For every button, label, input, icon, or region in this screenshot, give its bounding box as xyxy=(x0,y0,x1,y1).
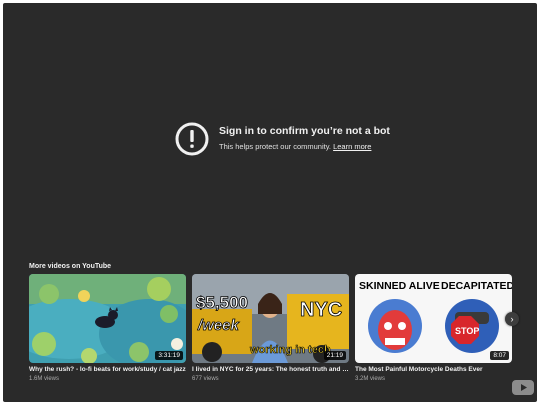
video-thumbnail-2[interactable]: $5,500 /week NYC working in tech 21:19 xyxy=(192,274,349,363)
video-duration-1: 3:31:19 xyxy=(155,351,183,360)
video-views-3: 3.2M views xyxy=(355,376,386,382)
notice-title: Sign in to confirm you’re not a bot xyxy=(219,125,390,137)
video-duration-2: 21:19 xyxy=(323,351,346,360)
video-duration-3: 8:07 xyxy=(490,351,509,360)
bot-check-notice: Sign in to confirm you’re not a bot This… xyxy=(175,122,435,158)
thumb-text-salary: $5,500 xyxy=(196,293,248,312)
thumb-text-week: /week xyxy=(197,317,240,334)
notice-subtitle-text: This helps protect our community. xyxy=(219,142,331,151)
video-views-2: 677 views xyxy=(192,376,219,382)
alert-circle-icon xyxy=(175,122,209,156)
youtube-logo-icon[interactable] xyxy=(512,380,534,395)
thumb-text-skinned: SKINNED ALIVE xyxy=(359,280,440,292)
thumb-text-tech: working in tech xyxy=(249,344,331,356)
chevron-right-icon: › xyxy=(510,314,514,324)
video-title-2[interactable]: I lived in NYC for 25 years: The honest … xyxy=(192,366,349,373)
thumb-text-decapitated: DECAPITATED xyxy=(441,280,512,292)
video-views-1: 1.6M views xyxy=(29,376,60,382)
more-videos-heading: More videos on YouTube xyxy=(29,263,112,270)
notice-subtitle: This helps protect our community. Learn … xyxy=(219,142,371,151)
video-thumbnail-1[interactable]: 3:31:19 xyxy=(29,274,186,363)
video-player[interactable]: Sign in to confirm you’re not a bot This… xyxy=(3,3,537,402)
thumb-text-nyc: NYC xyxy=(300,299,342,321)
learn-more-link[interactable]: Learn more xyxy=(333,142,371,151)
video-title-1[interactable]: Why the rush? - lo-fi beats for work/stu… xyxy=(29,366,186,373)
video-thumbnail-3[interactable]: SKINNED ALIVE DECAPITATED STOP 8:07 xyxy=(355,274,512,363)
thumb-text-stop: STOP xyxy=(455,326,479,336)
next-videos-button[interactable]: › xyxy=(505,312,519,326)
video-title-3[interactable]: The Most Painful Motorcycle Deaths Ever xyxy=(355,366,512,373)
